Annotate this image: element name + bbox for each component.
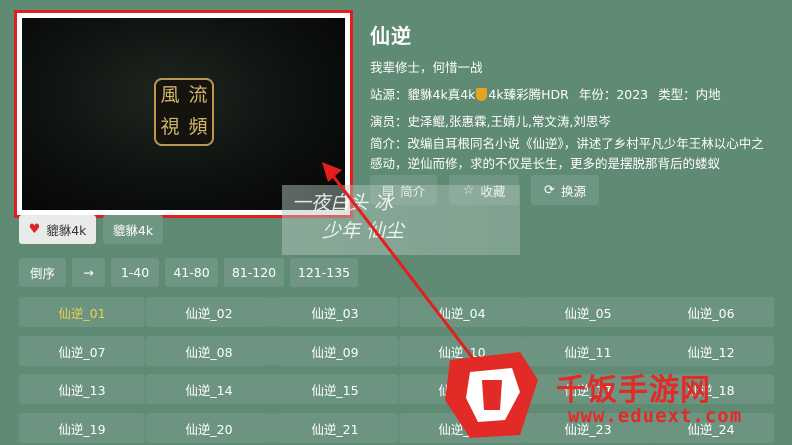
source-chip[interactable]: 貔貅4k xyxy=(103,215,163,244)
episode-item[interactable]: 仙逆_20 xyxy=(146,413,272,443)
seal-char: 流 xyxy=(188,84,208,106)
range-label: 1-40 xyxy=(120,265,150,280)
episode-item[interactable]: 仙逆_10 xyxy=(399,336,525,366)
desc-value: 改编自耳根同名小说《仙逆》，讲述了乡村平凡少年王林以心中之感动，逆仙而修，求的不… xyxy=(370,136,764,171)
range-label: → xyxy=(83,265,94,280)
show-subtitle: 我辈修士，何惜一战 xyxy=(370,60,483,75)
episode-item[interactable]: 仙逆_05 xyxy=(525,297,651,327)
range-chip[interactable]: 1-40 xyxy=(111,258,159,287)
source-chip-active[interactable]: ♥ 貔貅4k xyxy=(19,215,96,244)
episode-item[interactable]: 仙逆_21 xyxy=(272,413,398,443)
episode-item[interactable]: 仙逆_07 xyxy=(19,336,145,366)
episode-item[interactable]: 仙逆_22 xyxy=(399,413,525,443)
range-chip[interactable]: 81-120 xyxy=(224,258,284,287)
seal-char: 頻 xyxy=(188,116,208,138)
handwriting-line: 一夜白头 冰 xyxy=(292,192,394,214)
episode-item[interactable]: 仙逆_06 xyxy=(648,297,774,327)
episode-item[interactable]: 仙逆_02 xyxy=(146,297,272,327)
refresh-icon: ⟳ xyxy=(544,182,555,198)
watermark-name: 千饭手游网 xyxy=(556,373,711,408)
episode-item[interactable]: 仙逆_13 xyxy=(19,374,145,404)
type-label: 类型： xyxy=(658,87,696,102)
arrow-right-icon[interactable]: → xyxy=(72,258,105,287)
episode-item[interactable]: 仙逆_16 xyxy=(399,374,525,404)
year-value: 2023 xyxy=(616,87,649,102)
show-title: 仙逆 xyxy=(370,24,412,48)
episode-item[interactable]: 仙逆_11 xyxy=(525,336,651,366)
cast-line: 演员：史泽鲲,张惠霖,王婧儿,常文涛,刘思岑 xyxy=(370,111,780,130)
source-chip-label: 貔貅4k xyxy=(112,223,154,238)
logo-seal: 風 流 視 頻 xyxy=(154,78,214,146)
handwriting-overlay: 一夜白头 冰 少年 仙尘 xyxy=(282,185,520,255)
year-label: 年份： xyxy=(578,87,617,102)
range-label: 81-120 xyxy=(231,265,277,280)
description: 简介：改编自耳根同名小说《仙逆》，讲述了乡村平凡少年王林以心中之感动，逆仙而修，… xyxy=(370,134,775,174)
seal-char: 風 xyxy=(160,84,180,106)
switch-source-button-label: 换源 xyxy=(560,183,586,199)
site-value-b: 4k臻彩腾HDR xyxy=(488,87,569,102)
switch-source-button[interactable]: ⟳ 换源 xyxy=(531,175,599,205)
meta-line: 站源：貔貅4k真4k 4k臻彩腾HDR 年份：2023 类型：内地 xyxy=(370,84,780,103)
episode-item[interactable]: 仙逆_09 xyxy=(272,336,398,366)
range-chip[interactable]: 41-80 xyxy=(165,258,218,287)
heart-icon: ♥ xyxy=(28,222,41,237)
seal-char: 視 xyxy=(160,116,180,138)
episode-item[interactable]: 仙逆_12 xyxy=(648,336,774,366)
site-value-a: 貔貅4k真4k xyxy=(407,87,476,102)
desc-label: 简介： xyxy=(370,136,408,151)
site-label: 站源： xyxy=(370,87,408,102)
video-surface[interactable]: 風 流 視 頻 xyxy=(22,18,345,210)
range-label: 41-80 xyxy=(173,265,210,280)
handwriting-line: 少年 仙尘 xyxy=(322,220,405,242)
episode-item[interactable]: 仙逆_03 xyxy=(272,297,398,327)
episode-item-current[interactable]: 仙逆_01 xyxy=(19,297,145,327)
range-label: 121-135 xyxy=(297,265,351,280)
episode-item[interactable]: 仙逆_14 xyxy=(146,374,272,404)
shield-icon xyxy=(476,88,488,101)
episode-item[interactable]: 仙逆_08 xyxy=(146,336,272,366)
range-chip[interactable]: 121-135 xyxy=(290,258,358,287)
info-panel: 仙逆 我辈修士，何惜一战 站源：貔貅4k真4k 4k臻彩腾HDR 年份：2023 类型… xyxy=(370,20,780,174)
type-value: 内地 xyxy=(695,87,721,102)
episode-item[interactable]: 仙逆_04 xyxy=(399,297,525,327)
episode-item[interactable]: 仙逆_19 xyxy=(19,413,145,443)
episode-item[interactable]: 仙逆_15 xyxy=(272,374,398,404)
source-chip-label: 貔貅4k xyxy=(46,223,87,238)
cast-label: 演员： xyxy=(370,114,408,129)
watermark-url: www.eduext.com xyxy=(568,405,743,427)
reverse-order-button[interactable]: 倒序 xyxy=(19,258,66,287)
cast-value: 史泽鲲,张惠霖,王婧儿,常文涛,刘思岑 xyxy=(407,114,611,129)
range-label: 倒序 xyxy=(29,266,55,281)
